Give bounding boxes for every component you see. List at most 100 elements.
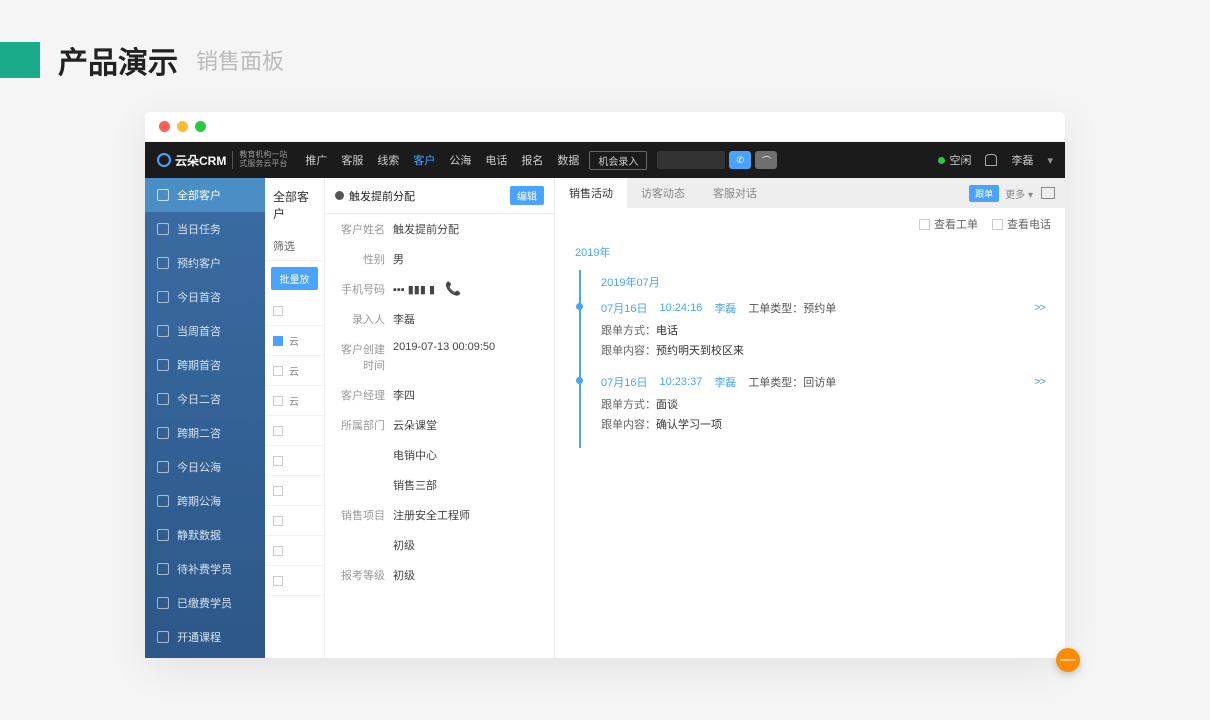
sidebar-item[interactable]: 全部客户 — [145, 178, 265, 212]
entry-button[interactable]: 机会录入 — [589, 151, 647, 170]
nav-item[interactable]: 客服 — [341, 152, 363, 168]
phone-icon[interactable]: 📞 — [445, 281, 461, 296]
detail-head: 触发提前分配 编辑 — [325, 178, 554, 214]
list-row[interactable] — [265, 506, 324, 536]
detail-value: 初级 — [393, 570, 415, 582]
sidebar-item[interactable]: 跨期首咨 — [145, 348, 265, 382]
tl-expand[interactable]: >> — [1034, 302, 1045, 314]
tl-type: 工单类型：回访单 — [748, 374, 836, 390]
checkbox[interactable] — [273, 426, 283, 436]
activity-tab[interactable]: 销售活动 — [555, 178, 627, 208]
nav-item[interactable]: 推广 — [305, 152, 327, 168]
sidebar-item[interactable]: 今日公海 — [145, 450, 265, 484]
checkbox[interactable] — [273, 486, 283, 496]
titlebar — [145, 112, 1065, 142]
list-row[interactable]: 云 — [265, 356, 324, 386]
batch-button[interactable]: 批量放 — [271, 267, 318, 290]
follow-tag[interactable]: 跟单 — [969, 185, 999, 202]
close-dot[interactable] — [159, 121, 170, 132]
timeline-item: 07月16日10:24:16李磊工单类型：预约单>>跟单方式：电话跟单内容：预约… — [579, 300, 1045, 374]
logo[interactable]: 云朵CRM 教育机构一站 式服务云平台 — [157, 151, 287, 169]
nav-item[interactable]: 数据 — [557, 152, 579, 168]
sidebar-item[interactable]: 已缴费学员 — [145, 586, 265, 620]
checkbox[interactable] — [919, 219, 930, 230]
sidebar-item[interactable]: 预约客户 — [145, 246, 265, 280]
logo-icon — [157, 153, 171, 167]
checkbox[interactable] — [273, 396, 283, 406]
sidebar-label: 待补费学员 — [177, 561, 232, 577]
list-row[interactable]: 云 — [265, 326, 324, 356]
detail-label — [335, 537, 393, 553]
list-row[interactable] — [265, 416, 324, 446]
toolbar-filter[interactable]: 查看工单 — [919, 216, 978, 232]
chevron-down-icon[interactable]: ▾ — [1047, 154, 1053, 167]
activity-tab[interactable]: 访客动态 — [627, 178, 699, 208]
detail-label: 所属部门 — [335, 417, 393, 433]
call-button[interactable]: ✆ — [729, 151, 751, 169]
detail-row: 客户经理李四 — [325, 380, 554, 410]
app-body: 全部客户当日任务预约客户今日首咨当周首咨跨期首咨今日二咨跨期二咨今日公海跨期公海… — [145, 178, 1065, 658]
nav-item[interactable]: 报名 — [521, 152, 543, 168]
window-icon[interactable] — [1041, 187, 1055, 199]
filter-label[interactable]: 筛选 — [265, 232, 324, 261]
tl-expand[interactable]: >> — [1034, 376, 1045, 388]
hangup-button[interactable]: ⌒ — [755, 151, 777, 169]
list-row[interactable] — [265, 476, 324, 506]
detail-value: ▪▪▪ ▮▮▮ ▮ — [393, 284, 435, 296]
search-input[interactable] — [657, 151, 725, 169]
list-row[interactable] — [265, 536, 324, 566]
checkbox[interactable] — [273, 366, 283, 376]
edit-button[interactable]: 编辑 — [510, 186, 544, 205]
list-row[interactable] — [265, 296, 324, 326]
checkbox[interactable] — [273, 306, 283, 316]
sidebar-item[interactable]: 开通课程 — [145, 620, 265, 654]
checkbox[interactable] — [273, 336, 283, 346]
checkbox[interactable] — [273, 456, 283, 466]
nav-item[interactable]: 客户 — [413, 152, 435, 168]
more-button[interactable]: 更多 ▾ — [1005, 186, 1033, 201]
maximize-dot[interactable] — [195, 121, 206, 132]
toolbar-filter[interactable]: 查看电话 — [992, 216, 1051, 232]
sidebar-label: 今日二咨 — [177, 391, 221, 407]
sidebar-item[interactable]: 我的订单 — [145, 654, 265, 658]
list-row[interactable] — [265, 566, 324, 596]
phone-icon: ✆ — [737, 155, 745, 166]
checkbox[interactable] — [273, 576, 283, 586]
nav-item[interactable]: 线索 — [377, 152, 399, 168]
activity-tabs: 销售活动访客动态客服对话 跟单更多 ▾ — [555, 178, 1065, 208]
status[interactable]: 空闲 — [938, 152, 971, 168]
detail-row: 手机号码▪▪▪ ▮▮▮ ▮📞 — [325, 274, 554, 304]
activity-tab[interactable]: 客服对话 — [699, 178, 771, 208]
sidebar-item[interactable]: 待补费学员 — [145, 552, 265, 586]
detail-row: 客户创建时间2019-07-13 00:09:50 — [325, 334, 554, 380]
sidebar-item[interactable]: 跨期公海 — [145, 484, 265, 518]
detail-value: 注册安全工程师 — [393, 510, 470, 522]
sidebar-label: 当日任务 — [177, 221, 221, 237]
sidebar-item[interactable]: 跨期二咨 — [145, 416, 265, 450]
bell-icon[interactable] — [985, 154, 997, 166]
checkbox[interactable] — [992, 219, 1003, 230]
fab-button[interactable]: — — [1056, 648, 1080, 672]
checkbox[interactable] — [273, 516, 283, 526]
checkbox[interactable] — [273, 546, 283, 556]
detail-value: 男 — [393, 254, 404, 266]
tl-method: 跟单方式：面谈 — [601, 394, 1045, 414]
sidebar-item[interactable]: 当日任务 — [145, 212, 265, 246]
list-row[interactable]: 云 — [265, 386, 324, 416]
sidebar-label: 全部客户 — [177, 187, 221, 203]
sidebar-icon — [157, 223, 169, 235]
sidebar-item[interactable]: 今日二咨 — [145, 382, 265, 416]
nav-item[interactable]: 电话 — [485, 152, 507, 168]
list-row[interactable] — [265, 446, 324, 476]
sidebar-item[interactable]: 当周首咨 — [145, 314, 265, 348]
user-name[interactable]: 李磊 — [1011, 152, 1033, 168]
detail-row: 初级 — [325, 530, 554, 560]
nav-item[interactable]: 公海 — [449, 152, 471, 168]
sidebar-item[interactable]: 静默数据 — [145, 518, 265, 552]
detail-value: 2019-07-13 00:09:50 — [393, 341, 495, 353]
timeline-item: 07月16日10:23:37李磊工单类型：回访单>>跟单方式：面谈跟单内容：确认… — [579, 374, 1045, 448]
sidebar-item[interactable]: 今日首咨 — [145, 280, 265, 314]
sidebar-label: 跨期公海 — [177, 493, 221, 509]
minimize-dot[interactable] — [177, 121, 188, 132]
tl-date: 07月16日 — [601, 374, 647, 390]
